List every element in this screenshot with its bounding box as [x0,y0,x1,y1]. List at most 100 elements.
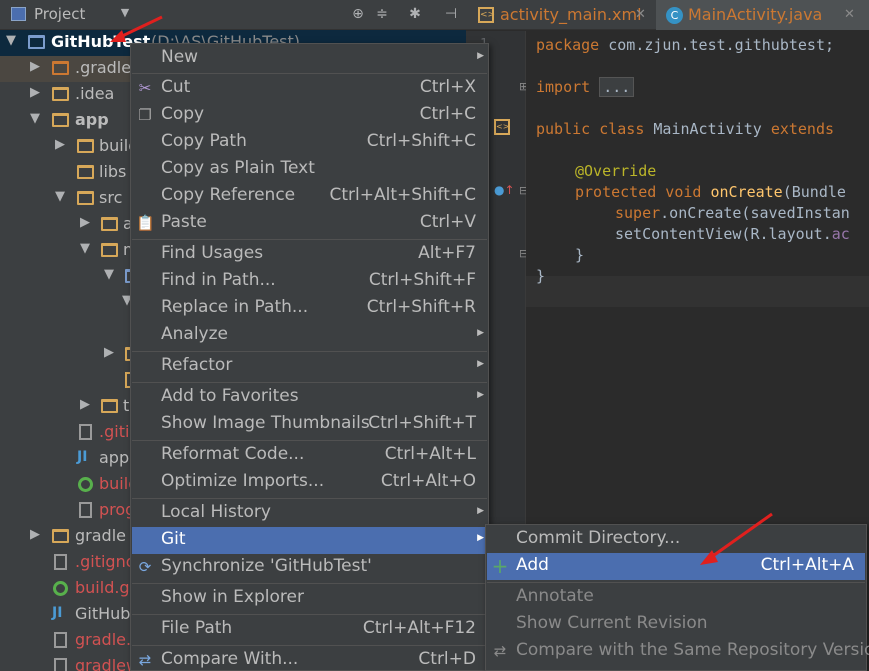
file-icon [54,658,67,671]
menu-item-shortcut: Ctrl+Shift+R [366,297,476,317]
menu-item-find-usages[interactable]: Find Usages Alt+F7 [132,241,487,268]
menu-item-label: Local History [161,502,271,522]
menu-item-label: Compare With... [161,649,299,669]
menu-item-label: Show Current Revision [516,613,708,633]
menu-item-shortcut: Ctrl+Alt+A [760,555,854,575]
chevron-down-icon[interactable]: ▼ [116,4,134,22]
close-icon[interactable]: ✕ [844,0,855,30]
menu-item-shortcut: Ctrl+Alt+Shift+C [329,185,476,205]
menu-item-show-current-revision[interactable]: Show Current Revision [487,611,865,638]
collapse-arrow-icon[interactable]: ▶ [80,397,90,412]
menu-item-copy[interactable]: ❐ Copy Ctrl+C [132,102,487,129]
menu-item-label: Cut [161,77,191,97]
menu-item-compare-same-repo-version[interactable]: ⇄ Compare with the Same Repository Versi… [487,638,869,665]
folded-imports[interactable]: ... [599,77,635,97]
expand-arrow-icon[interactable]: ▼ [6,33,16,48]
menu-item-refactor[interactable]: Refactor ▶ [132,353,487,380]
field-name: ac [831,225,850,243]
menu-item-analyze[interactable]: Analyze ▶ [132,322,487,349]
tree-item-label: build.gr [75,578,137,597]
override-gutter-icon[interactable]: ●↑ [494,183,515,197]
menu-item-add-to-favorites[interactable]: Add to Favorites ▶ [132,384,487,411]
code-text: com.zjun.test.githubtest; [599,36,835,54]
menu-item-annotate[interactable]: Annotate [487,584,865,611]
menu-item-show-in-explorer[interactable]: Show in Explorer [132,585,487,612]
menu-item-file-path[interactable]: File Path Ctrl+Alt+F12 [132,616,487,643]
copy-icon: ❐ [138,106,152,124]
expand-arrow-icon[interactable]: ▼ [55,189,65,204]
code-line: protected void onCreate(Bundle [575,183,846,201]
collapse-arrow-icon[interactable]: ▶ [30,85,40,100]
file-icon [54,632,67,648]
tab-activity-main-xml[interactable]: <> activity_main.xml ✕ [470,0,652,30]
menu-item-copy-plain-text[interactable]: Copy as Plain Text [132,156,487,183]
menu-item-label: Copy Reference [161,185,296,205]
menu-item-label: Synchronize 'GitHubTest' [161,556,372,576]
menu-item-synchronize[interactable]: ⟳ Synchronize 'GitHubTest' [132,554,487,581]
menu-item-git[interactable]: Git ▶ [132,527,487,554]
menu-item-shortcut: Alt+F7 [418,243,476,263]
menu-item-add[interactable]: + Add Ctrl+Alt+A [487,553,865,580]
project-panel-header: Project ▼ ⊕ ≑ ✱ ⊣ [0,0,466,30]
menu-item-compare-with[interactable]: ⇄ Compare With... Ctrl+D [132,647,487,671]
menu-item-local-history[interactable]: Local History ▶ [132,500,487,527]
expand-arrow-icon[interactable]: ▼ [80,241,90,256]
caret-row [526,276,869,307]
keyword: public class [536,120,645,138]
layout-gutter-icon[interactable]: <> [494,119,510,135]
folder-icon [52,61,69,75]
expand-arrow-icon[interactable]: ▼ [104,267,114,282]
file-icon [54,554,67,570]
menu-item-label: Find in Path... [161,270,276,290]
menu-item-replace-in-path[interactable]: Replace in Path... Ctrl+Shift+R [132,295,487,322]
project-panel-title[interactable]: Project [34,5,85,23]
close-icon[interactable]: ✕ [635,0,646,30]
collapse-arrow-icon[interactable]: ▶ [30,527,40,542]
collapse-arrow-icon[interactable]: ▶ [104,345,114,360]
menu-item-label: Git [161,529,186,549]
iml-file-icon: JI [77,449,88,465]
folder-icon [77,165,94,179]
menu-item-show-image-thumbnails[interactable]: Show Image Thumbnails Ctrl+Shift+T [132,411,487,438]
xml-file-icon: <> [478,7,495,23]
project-folder-icon [28,35,45,49]
menu-separator [132,583,487,584]
collapse-all-icon[interactable]: ≑ [373,5,391,23]
class-name: MainActivity [644,120,771,138]
plus-icon: + [491,554,509,578]
collapse-arrow-icon[interactable]: ▶ [80,215,90,230]
keyword: extends [770,120,835,138]
tree-item-label: libs [99,162,127,181]
menu-item-copy-reference[interactable]: Copy Reference Ctrl+Alt+Shift+C [132,183,487,210]
menu-item-copy-path[interactable]: Copy Path Ctrl+Shift+C [132,129,487,156]
menu-item-shortcut: Ctrl+Alt+F12 [362,618,476,638]
method-name: onCreate [701,183,783,201]
tree-item-label: gradle [75,526,126,545]
menu-item-shortcut: Ctrl+D [418,649,476,669]
scissors-icon: ✂ [138,79,152,97]
menu-item-new[interactable]: New ▶ [132,45,487,72]
menu-item-reformat-code[interactable]: Reformat Code... Ctrl+Alt+L [132,442,487,469]
tree-item-label: .gitigno [75,552,136,571]
menu-item-commit-directory[interactable]: Commit Directory... [487,526,865,553]
menu-item-find-in-path[interactable]: Find in Path... Ctrl+Shift+F [132,268,487,295]
gear-icon[interactable]: ✱ [406,5,424,23]
tab-mainactivity-java[interactable]: C MainActivity.java ✕ [656,0,869,30]
collapse-arrow-icon[interactable]: ▶ [30,59,40,74]
submenu-arrow-icon: ▶ [477,506,484,516]
target-icon[interactable]: ⊕ [349,5,367,23]
collapse-arrow-icon[interactable]: ▶ [55,137,65,152]
hide-panel-icon[interactable]: ⊣ [442,5,460,23]
code-text: } [575,246,585,264]
menu-item-paste[interactable]: 📋 Paste Ctrl+V [132,210,487,237]
keyword: package [536,36,600,54]
code-line: } [536,267,545,285]
gradle-file-icon [53,581,68,596]
menu-item-optimize-imports[interactable]: Optimize Imports... Ctrl+Alt+O [132,469,487,496]
tab-label: MainActivity.java [688,5,823,24]
menu-item-label: Copy as Plain Text [161,158,315,178]
menu-item-shortcut: Ctrl+Shift+F [368,270,476,290]
expand-arrow-icon[interactable]: ▼ [30,111,40,126]
context-menu: New ▶ ✂ Cut Ctrl+X ❐ Copy Ctrl+C Copy Pa… [130,43,489,671]
menu-item-cut[interactable]: ✂ Cut Ctrl+X [132,75,487,102]
